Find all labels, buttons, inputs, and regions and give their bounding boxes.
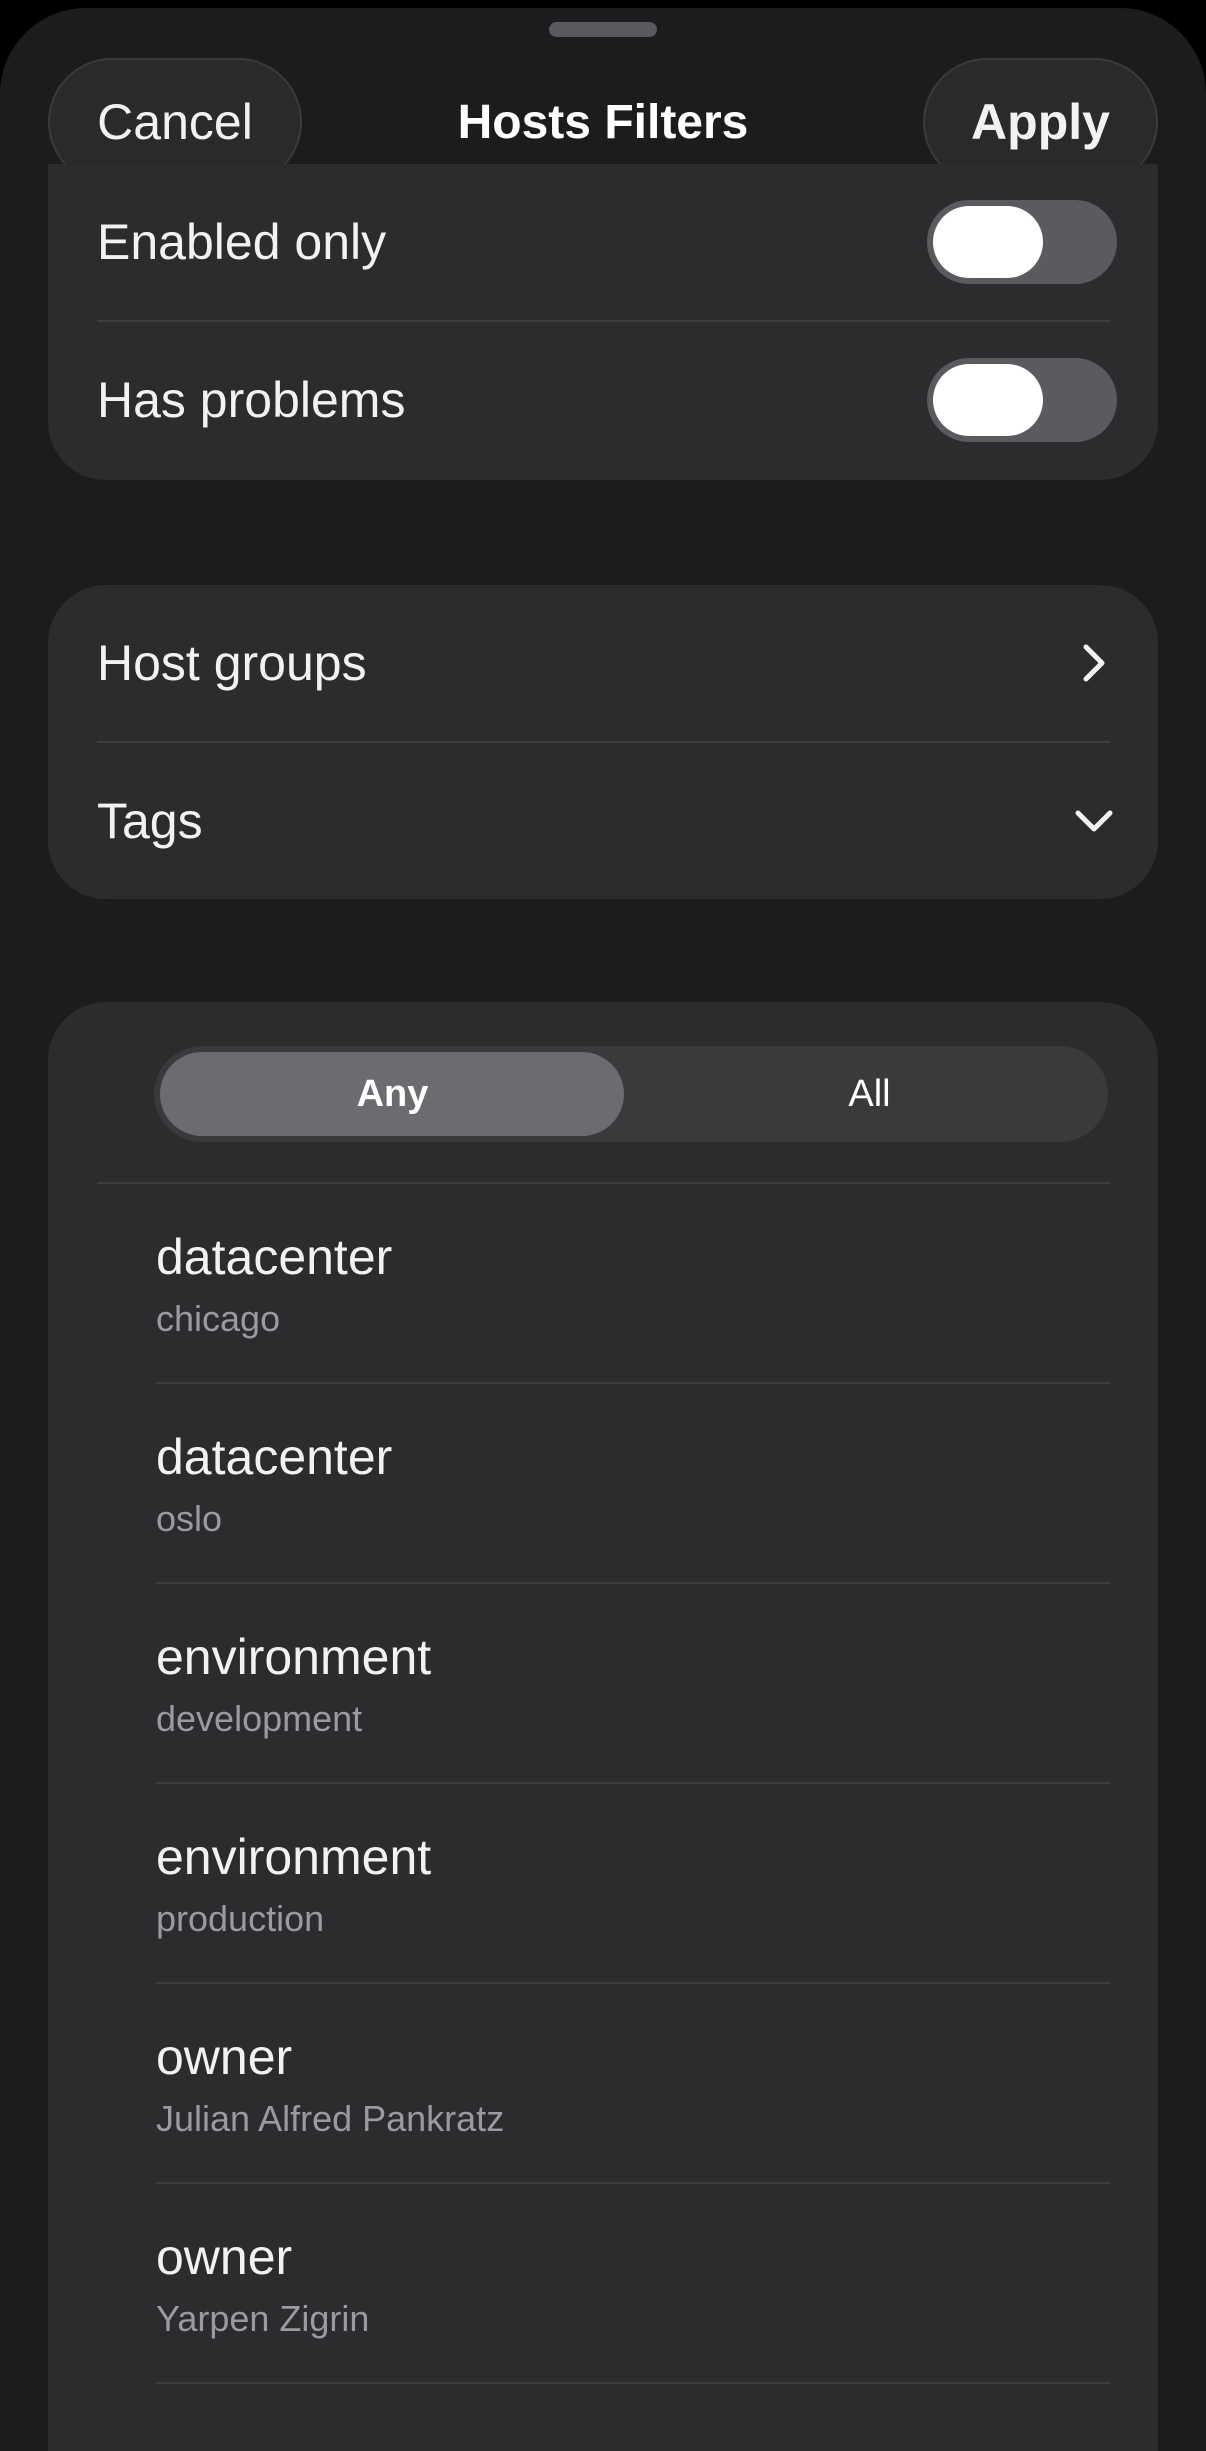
row-host-groups[interactable]: Host groups: [48, 585, 1158, 741]
toggle-label: Has problems: [97, 372, 406, 428]
tag-list-item[interactable]: owner Julian Alfred Pankratz: [48, 1984, 1158, 2184]
segment-any[interactable]: Any: [154, 1046, 631, 1142]
switch-knob: [933, 364, 1043, 436]
toggle-label: Enabled only: [97, 214, 387, 270]
tag-key: environment: [156, 1829, 432, 1885]
tag-list-item[interactable]: datacenter oslo: [48, 1384, 1158, 1584]
filters-sheet: Cancel Hosts Filters Apply Enabled only …: [0, 8, 1206, 2451]
tag-value: chicago: [156, 1298, 281, 1339]
has-problems-switch[interactable]: [927, 358, 1117, 442]
tag-key: datacenter: [156, 1229, 393, 1285]
toggle-row-enabled-only[interactable]: Enabled only: [48, 164, 1158, 320]
tag-key: owner: [156, 2229, 293, 2285]
navigation-group: Host groups Tags: [48, 585, 1158, 899]
chevron-right-icon: [1083, 644, 1105, 682]
tag-key: environment: [156, 1629, 432, 1685]
segment-all[interactable]: All: [631, 1046, 1108, 1142]
row-tags[interactable]: Tags: [48, 743, 1158, 899]
tag-list-item[interactable]: owner Yarpen Zigrin: [48, 2184, 1158, 2384]
host-groups-label: Host groups: [97, 635, 367, 691]
tag-list-item[interactable]: environment development: [48, 1584, 1158, 1784]
tag-key: owner: [156, 2029, 293, 2085]
tag-key: datacenter: [156, 1429, 393, 1485]
sheet-grabber[interactable]: [549, 22, 657, 37]
tag-value: Yarpen Zigrin: [156, 2298, 370, 2339]
switch-knob: [933, 206, 1043, 278]
enabled-only-switch[interactable]: [927, 200, 1117, 284]
divider: [156, 2382, 1110, 2384]
tags-group: Any All datacenter chicago datacenter os…: [48, 1002, 1158, 2451]
tag-list-item[interactable]: environment production: [48, 1784, 1158, 1984]
tag-list-item[interactable]: datacenter chicago: [48, 1184, 1158, 1384]
tag-value: development: [156, 1698, 363, 1739]
match-mode-segmented-control[interactable]: Any All: [154, 1046, 1108, 1142]
tags-label: Tags: [97, 793, 203, 849]
tag-value: Julian Alfred Pankratz: [156, 2098, 505, 2139]
tag-value: oslo: [156, 1498, 223, 1539]
tag-value: production: [156, 1898, 325, 1939]
toggle-row-has-problems[interactable]: Has problems: [48, 322, 1158, 478]
chevron-down-icon: [1075, 810, 1113, 832]
toggles-group: Enabled only Has problems: [48, 164, 1158, 480]
